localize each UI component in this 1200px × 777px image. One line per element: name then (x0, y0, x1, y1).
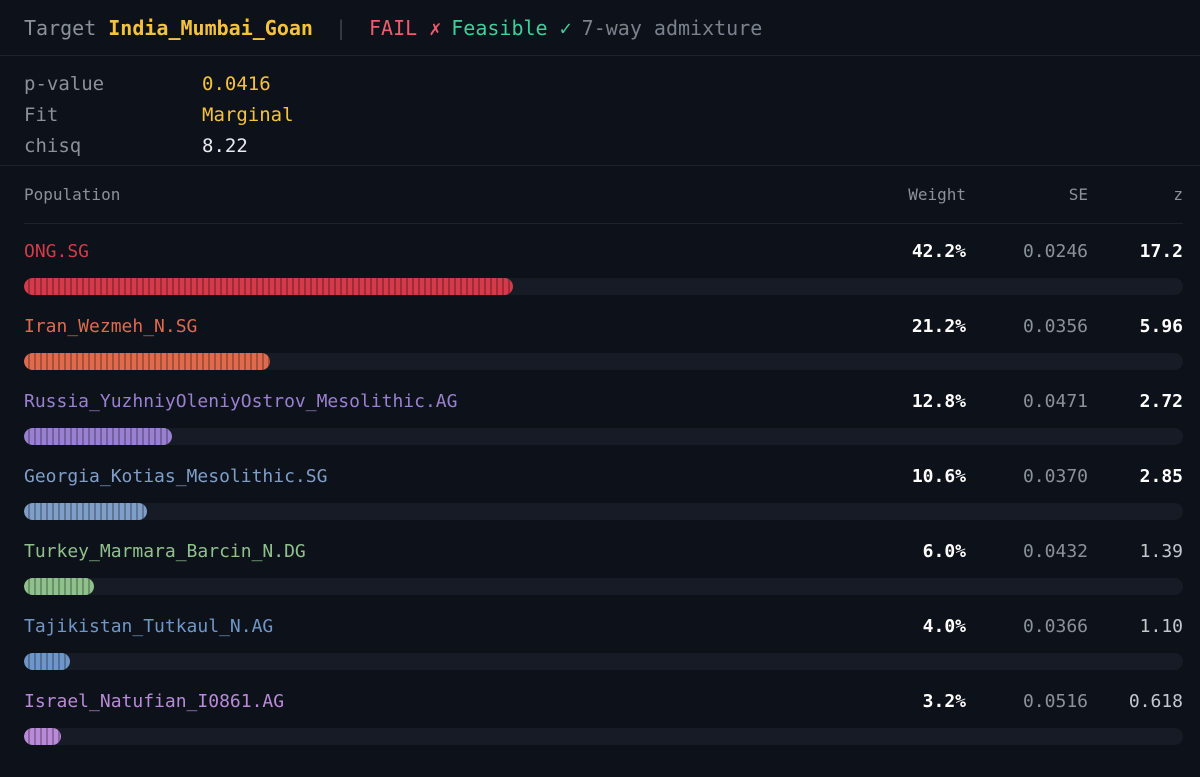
table-row[interactable]: Turkey_Marmara_Barcin_N.DG 6.0% 0.0432 1.39 (24, 524, 1183, 599)
table-row[interactable]: ONG.SG 42.2% 0.0246 17.2 (24, 224, 1183, 299)
column-header-se[interactable]: SE (966, 185, 1088, 204)
fail-status: FAIL ✗ (369, 15, 442, 40)
z-value: 0.618 (1128, 691, 1183, 712)
se-value: 0.0516 (1022, 691, 1088, 712)
z-value: 1.10 (1139, 616, 1183, 637)
header-bar: Target India_Mumbai_Goan | FAIL ✗ Feasib… (0, 0, 1200, 56)
row-values: Iran_Wezmeh_N.SG 21.2% 0.0356 5.96 (24, 299, 1183, 354)
column-header-weight[interactable]: Weight (823, 185, 966, 204)
weight-value: 10.6% (911, 466, 966, 487)
stat-row-fit: Fit Marginal (24, 99, 1176, 130)
admixture-table: Population Weight SE z ONG.SG 42.2% 0.0246… (0, 166, 1200, 749)
table-row[interactable]: Russia_YuzhniyOleniyOstrov_Mesolithic.AG… (24, 374, 1183, 449)
population-name: Russia_YuzhniyOleniyOstrov_Mesolithic.AG (24, 391, 458, 412)
row-values: Russia_YuzhniyOleniyOstrov_Mesolithic.AG… (24, 374, 1183, 429)
table-row[interactable]: Iran_Wezmeh_N.SG 21.2% 0.0356 5.96 (24, 299, 1183, 374)
weight-bar-fill (24, 353, 270, 370)
z-value: 17.2 (1139, 241, 1183, 262)
population-name: Iran_Wezmeh_N.SG (24, 316, 198, 337)
table-body: ONG.SG 42.2% 0.0246 17.2 Iran_Wezmeh_N.SG 21.… (24, 224, 1183, 749)
population-name: Turkey_Marmara_Barcin_N.DG (24, 541, 306, 562)
stat-key: Fit (24, 103, 59, 126)
z-value: 5.96 (1139, 316, 1183, 337)
se-value: 0.0246 (1022, 241, 1088, 262)
stat-row-pvalue: p-value 0.0416 (24, 68, 1176, 99)
weight-bar-track (24, 578, 1183, 595)
stats-panel: p-value 0.0416 Fit Marginal chisq 8.22 (0, 56, 1200, 166)
feasible-status: Feasible ✓ (451, 15, 572, 40)
se-value: 0.0366 (1022, 616, 1088, 637)
stat-key: p-value (24, 72, 105, 95)
z-value: 2.85 (1139, 466, 1183, 487)
weight-bar-track (24, 503, 1183, 520)
se-value: 0.0356 (1022, 316, 1088, 337)
weight-bar-track (24, 278, 1183, 295)
stat-value: 8.22 (202, 134, 248, 157)
table-row[interactable]: Georgia_Kotias_Mesolithic.SG 10.6% 0.0370 2… (24, 449, 1183, 524)
weight-bar-fill (24, 503, 147, 520)
weight-bar-track (24, 428, 1183, 445)
population-name: Israel_Natufian_I0861.AG (24, 691, 285, 712)
table-header: Population Weight SE z (24, 166, 1183, 224)
row-values: Israel_Natufian_I0861.AG 3.2% 0.0516 0.618 (24, 674, 1183, 729)
weight-bar-track (24, 353, 1183, 370)
row-values: Georgia_Kotias_Mesolithic.SG 10.6% 0.0370 2… (24, 449, 1183, 504)
weight-bar-fill (24, 653, 71, 670)
weight-value: 4.0% (922, 616, 966, 637)
weight-value: 21.2% (911, 316, 966, 337)
se-value: 0.0432 (1022, 541, 1088, 562)
column-header-population[interactable]: Population (24, 185, 823, 204)
weight-value: 3.2% (922, 691, 966, 712)
weight-bar-fill (24, 278, 514, 295)
se-value: 0.0370 (1022, 466, 1088, 487)
weight-bar-track (24, 653, 1183, 670)
table-row[interactable]: Tajikistan_Tutkaul_N.AG 4.0% 0.0366 1.10 (24, 599, 1183, 674)
target-name: India_Mumbai_Goan (108, 15, 313, 40)
table-row[interactable]: Israel_Natufian_I0861.AG 3.2% 0.0516 0.618 (24, 674, 1183, 749)
population-name: ONG.SG (24, 241, 90, 262)
population-name: Tajikistan_Tutkaul_N.AG (24, 616, 274, 637)
z-value: 2.72 (1139, 391, 1183, 412)
stat-value: Marginal (202, 103, 294, 126)
weight-value: 6.0% (922, 541, 966, 562)
model-description: 7-way admixture (581, 15, 763, 40)
population-name: Georgia_Kotias_Mesolithic.SG (24, 466, 328, 487)
row-values: ONG.SG 42.2% 0.0246 17.2 (24, 224, 1183, 279)
row-values: Tajikistan_Tutkaul_N.AG 4.0% 0.0366 1.10 (24, 599, 1183, 654)
z-value: 1.39 (1139, 541, 1183, 562)
weight-bar-fill (24, 728, 62, 745)
column-header-z[interactable]: z (1088, 185, 1183, 204)
se-value: 0.0471 (1022, 391, 1088, 412)
weight-bar-fill (24, 428, 173, 445)
header-separator: | (334, 15, 347, 40)
weight-bar-track (24, 728, 1183, 745)
stat-key: chisq (24, 134, 82, 157)
stat-row-chisq: chisq 8.22 (24, 130, 1176, 161)
target-label: Target (24, 15, 97, 40)
weight-value: 12.8% (911, 391, 966, 412)
stat-value: 0.0416 (202, 72, 271, 95)
row-values: Turkey_Marmara_Barcin_N.DG 6.0% 0.0432 1.39 (24, 524, 1183, 579)
weight-bar-fill (24, 578, 94, 595)
weight-value: 42.2% (911, 241, 966, 262)
